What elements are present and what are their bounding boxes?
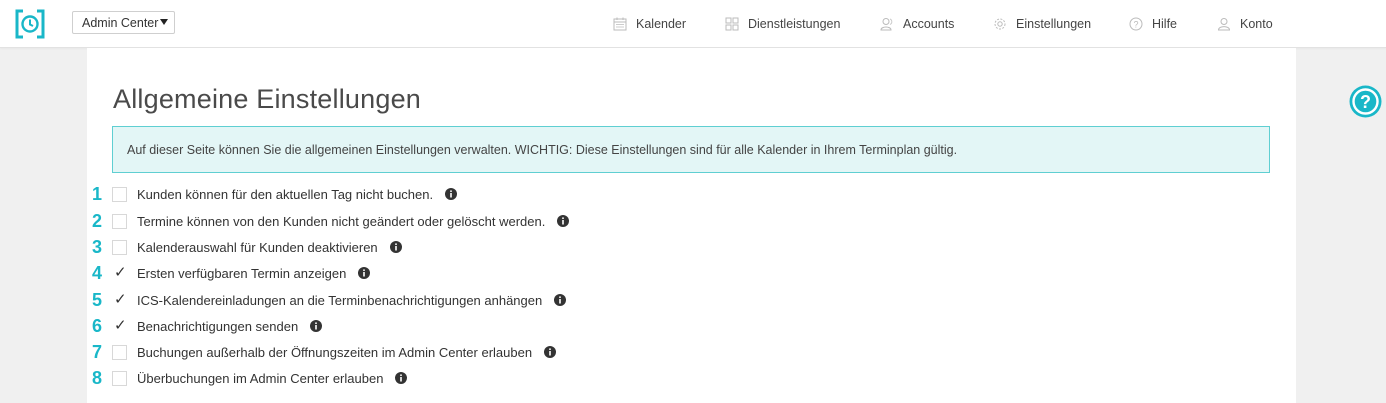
page-title: Allgemeine Einstellungen: [113, 84, 421, 114]
option-number: 2: [92, 210, 103, 231]
option-checkbox[interactable]: [112, 186, 127, 202]
info-icon[interactable]: [445, 188, 458, 200]
option-checkbox[interactable]: [112, 370, 127, 386]
option-checkbox[interactable]: ✓: [112, 289, 127, 308]
option-number: 5: [92, 289, 103, 310]
admin-center-dropdown[interactable]: Admin Center: [72, 11, 175, 34]
option-label: Überbuchungen im Admin Center erlauben: [137, 370, 384, 386]
option-checkbox[interactable]: ✓: [112, 262, 127, 281]
info-icon[interactable]: [358, 267, 371, 279]
nav-item-einstellungen[interactable]: Einstellungen: [993, 15, 1091, 33]
option-number: 7: [92, 341, 103, 362]
admin-center-dropdown-value: Admin Center: [82, 16, 159, 30]
option-number: 3: [92, 236, 103, 257]
nav-item-accounts[interactable]: Accounts: [880, 15, 954, 33]
option-label: Kunden können für den aktuellen Tag nich…: [137, 186, 434, 202]
option-row-2: 2 Termine können von den Kunden nicht ge…: [92, 210, 570, 231]
checkmark-icon: ✓: [114, 289, 127, 308]
svg-text:?: ?: [1360, 92, 1371, 112]
info-icon[interactable]: [395, 372, 408, 384]
option-row-6: 6 ✓ Benachrichtigungen senden: [92, 315, 323, 336]
option-row-3: 3 Kalenderauswahl für Kunden deaktiviere…: [92, 237, 402, 257]
nav-item-label: Einstellungen: [1016, 17, 1092, 31]
calendar-icon: [613, 17, 627, 31]
svg-text:?: ?: [1133, 20, 1138, 30]
nav-item-label: Dienstleistungen: [748, 17, 841, 31]
option-label: Benachrichtigungen senden: [137, 318, 299, 334]
option-number: 8: [92, 367, 103, 388]
info-notice: Auf dieser Seite können Sie die allgemei…: [112, 126, 1270, 173]
option-label: ICS-Kalendereinladungen an die Terminben…: [137, 292, 543, 308]
info-icon[interactable]: [554, 294, 567, 306]
option-row-8: 8 Überbuchungen im Admin Center erlauben: [92, 367, 408, 388]
help-circle-icon[interactable]: ?: [1349, 85, 1382, 118]
info-icon[interactable]: [389, 241, 402, 253]
option-label: Termine können von den Kunden nicht geän…: [137, 213, 546, 229]
option-label: Ersten verfügbaren Termin anzeigen: [137, 265, 347, 281]
info-icon[interactable]: [544, 346, 557, 358]
nav-item-dienstleistungen[interactable]: Dienstleistungen: [725, 15, 840, 33]
nav-item-label: Kalender: [636, 17, 687, 31]
nav-item-kalender[interactable]: Kalender: [613, 15, 686, 33]
nav-item-label: Accounts: [903, 17, 955, 31]
grid-icon: [725, 17, 739, 31]
option-row-5: 5 ✓ ICS-Kalendereinladungen an die Termi…: [92, 289, 567, 310]
info-icon[interactable]: [310, 320, 323, 332]
option-number: 4: [92, 262, 103, 283]
top-navigation-bar: Admin Center Kalender Dienstleistungen A…: [0, 0, 1386, 48]
option-checkbox[interactable]: ✓: [112, 315, 127, 334]
nav-item-hilfe[interactable]: ? Hilfe: [1129, 15, 1177, 33]
option-label: Buchungen außerhalb der Öffnungszeiten i…: [137, 344, 533, 360]
option-checkbox[interactable]: [112, 213, 127, 229]
user-icon: [1217, 18, 1231, 31]
option-row-1: 1 Kunden können für den aktuellen Tag ni…: [92, 183, 458, 204]
nav-item-label: Hilfe: [1152, 17, 1178, 31]
nav-item-label: Konto: [1240, 17, 1273, 31]
option-checkbox[interactable]: [112, 239, 127, 255]
nav-item-konto[interactable]: Konto: [1217, 15, 1273, 33]
option-number: 1: [92, 183, 103, 204]
option-row-7: 7 Buchungen außerhalb der Öffnungszeiten…: [92, 341, 557, 362]
clock-bracket-logo-icon[interactable]: [14, 8, 46, 40]
users-icon: [880, 18, 893, 31]
checkmark-icon: ✓: [114, 315, 127, 334]
caret-down-icon: [160, 19, 168, 25]
info-icon[interactable]: [557, 215, 570, 227]
option-checkbox[interactable]: [112, 344, 127, 360]
info-notice-text: Auf dieser Seite können Sie die allgemei…: [127, 143, 958, 157]
option-label: Kalenderauswahl für Kunden deaktivieren: [137, 239, 378, 255]
option-row-4: 4 ✓ Ersten verfügbaren Termin anzeigen: [92, 262, 371, 283]
gear-icon: [994, 18, 1006, 30]
help-circle-icon: ?: [1129, 17, 1143, 31]
option-number: 6: [92, 315, 103, 336]
checkmark-icon: ✓: [114, 262, 127, 281]
